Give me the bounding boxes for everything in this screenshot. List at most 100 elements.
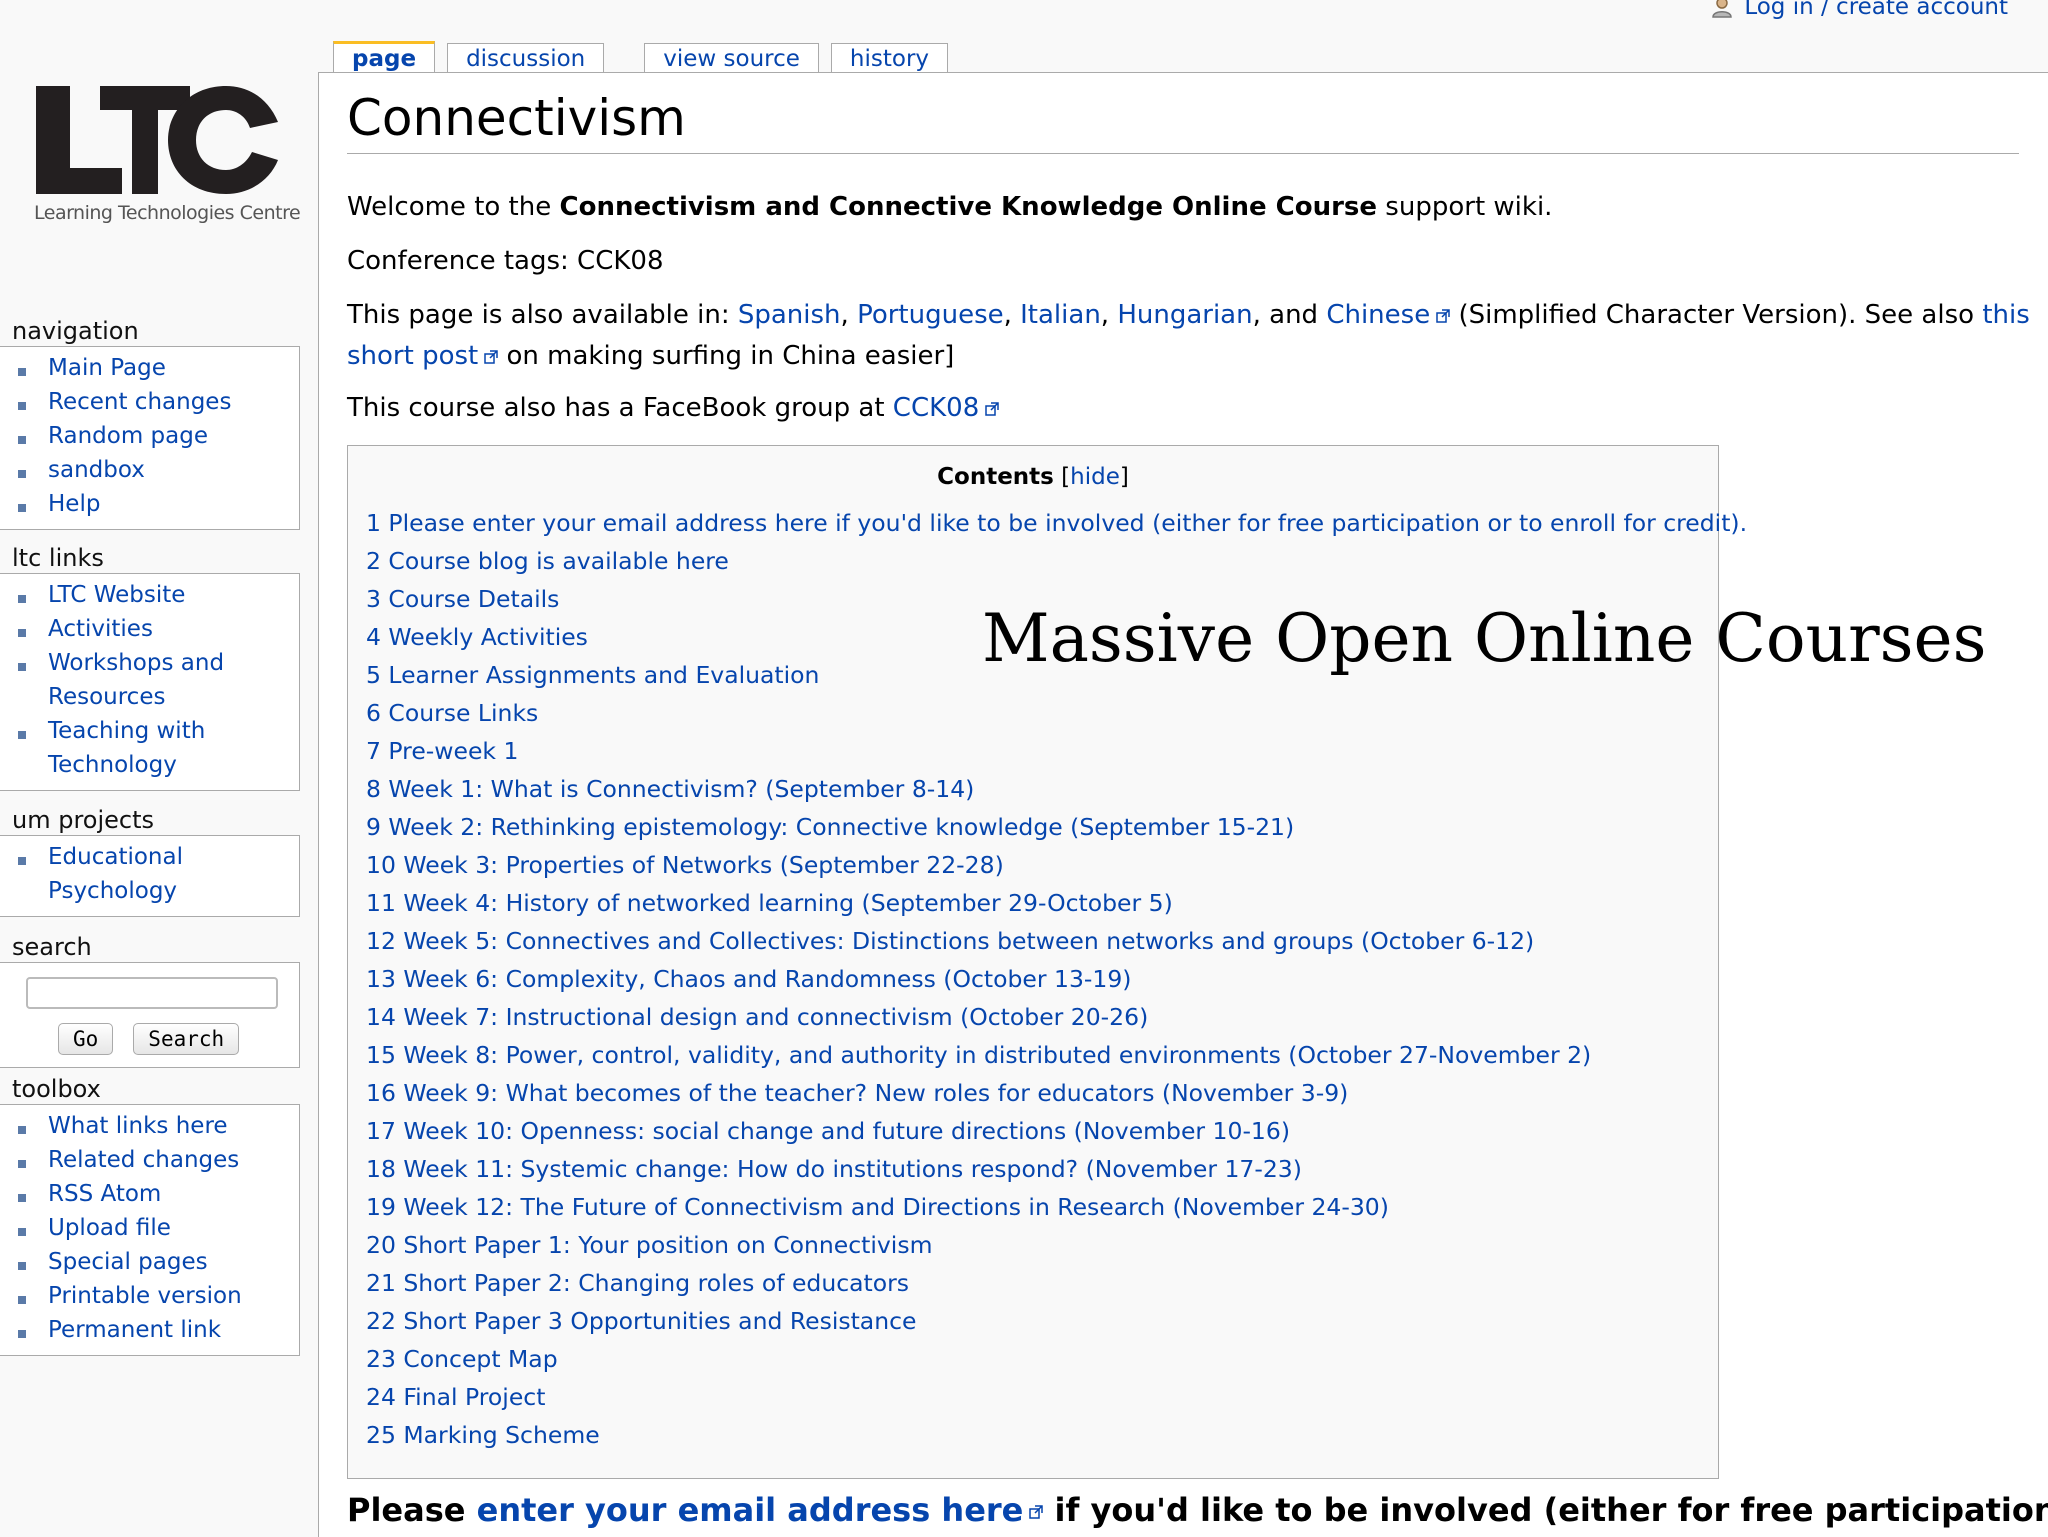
navigation-body: Main Page Recent changes Random page san… (0, 346, 300, 530)
toc-item[interactable]: 23 Concept Map (366, 1340, 1718, 1378)
section-heading: Please enter your email address here if … (347, 1491, 2048, 1529)
sidebar-item-ltc-website[interactable]: LTC Website (0, 578, 299, 612)
go-button[interactable]: Go (58, 1023, 114, 1055)
toc-item[interactable]: 17 Week 10: Openness: social change and … (366, 1112, 1718, 1150)
logo-subtitle: Learning Technologies Centre (34, 202, 301, 224)
tab-discussion[interactable]: discussion (447, 43, 605, 74)
sidebar-item-help[interactable]: Help (0, 487, 299, 521)
sidebar-item-main-page[interactable]: Main Page (0, 351, 299, 385)
toc-item[interactable]: 2 Course blog is available here (366, 542, 1718, 580)
content-area: Connectivism Welcome to the Connectivism… (318, 72, 2048, 1537)
short-post-link-b[interactable]: short post (347, 341, 478, 371)
toc-item[interactable]: 19 Week 12: The Future of Connectivism a… (366, 1188, 1718, 1226)
page-title: Connectivism (347, 89, 2019, 154)
section-post: if you'd like to be involved (either for… (1043, 1491, 2048, 1529)
sidebar-item-sandbox[interactable]: sandbox (0, 453, 299, 487)
sidebar-item-permanent-link[interactable]: Permanent link (0, 1313, 299, 1347)
portlet-navigation: navigation Main Page Recent changes Rand… (0, 316, 300, 530)
welcome-pre: Welcome to the (347, 192, 560, 222)
available-pre: This page is also available in: (347, 300, 738, 330)
overlay-title: Massive Open Online Courses (982, 600, 1987, 677)
welcome-paragraph: Welcome to the Connectivism and Connecti… (347, 187, 1552, 228)
toc-item[interactable]: 6 Course Links (366, 694, 1718, 732)
facebook-group-link[interactable]: CCK08 (893, 393, 979, 423)
welcome-post: support wiki. (1377, 192, 1553, 222)
personal-tools: Log in / create account (1710, 0, 2008, 20)
um-projects-body: Educational Psychology (0, 835, 300, 917)
sidebar-item-educational-psychology[interactable]: Educational Psychology (0, 840, 188, 908)
sidebar-item-what-links-here[interactable]: What links here (0, 1109, 299, 1143)
sidebar-item-teaching-tech[interactable]: Teaching with Technology (0, 714, 228, 782)
available-post: on making surfing in China easier] (498, 341, 955, 371)
toc-item[interactable]: 18 Week 11: Systemic change: How do inst… (366, 1150, 1718, 1188)
toc-item[interactable]: 7 Pre-week 1 (366, 732, 1718, 770)
external-link-icon (484, 349, 498, 364)
toc-title: Contents [hide] (937, 464, 1129, 490)
toc-item[interactable]: 21 Short Paper 2: Changing roles of educ… (366, 1264, 1718, 1302)
external-link-icon (985, 401, 999, 416)
ltc-logo-icon (36, 86, 278, 194)
lang-link-italian[interactable]: Italian (1020, 300, 1101, 330)
sidebar-item-printable-version[interactable]: Printable version (0, 1279, 299, 1313)
portlet-um-projects: um projects Educational Psychology (0, 805, 300, 917)
toc-item[interactable]: 13 Week 6: Complexity, Chaos and Randomn… (366, 960, 1718, 998)
navigation-heading: navigation (12, 317, 139, 345)
um-projects-heading: um projects (12, 806, 155, 834)
toc-item[interactable]: 25 Marking Scheme (366, 1416, 1718, 1454)
external-link-icon (1436, 308, 1450, 323)
toc-item[interactable]: 15 Week 8: Power, control, validity, and… (366, 1036, 1718, 1074)
tab-page[interactable]: page (333, 41, 436, 74)
sidebar-item-random-page[interactable]: Random page (0, 419, 299, 453)
toolbox-body: What links here Related changes RSS Atom… (0, 1104, 300, 1356)
toc-item[interactable]: 11 Week 4: History of networked learning… (366, 884, 1718, 922)
user-icon (1712, 0, 1733, 18)
toc-item[interactable]: 12 Week 5: Connectives and Collectives: … (366, 922, 1718, 960)
page-tabs: page discussion view source history (333, 38, 960, 74)
toc-item[interactable]: 8 Week 1: What is Connectivism? (Septemb… (366, 770, 1718, 808)
lang-link-spanish[interactable]: Spanish (738, 300, 841, 330)
toc-item[interactable]: 1 Please enter your email address here i… (366, 504, 1747, 542)
section-pre: Please (347, 1491, 477, 1529)
portlet-search: search Go Search (0, 932, 300, 1068)
search-body: Go Search (0, 962, 300, 1068)
toolbox-heading: toolbox (12, 1075, 101, 1103)
languages-paragraph: This page is also available in: Spanish,… (347, 300, 2030, 371)
sidebar-item-special-pages[interactable]: Special pages (0, 1245, 299, 1279)
facebook-pre: This course also has a FaceBook group at (347, 393, 893, 423)
sidebar-item-related-changes[interactable]: Related changes (0, 1143, 299, 1177)
sidebar-item-rss-atom[interactable]: RSS Atom (0, 1177, 299, 1211)
toc-item[interactable]: 10 Week 3: Properties of Networks (Septe… (366, 846, 1718, 884)
toc-item[interactable]: 24 Final Project (366, 1378, 1718, 1416)
lang-link-portuguese[interactable]: Portuguese (857, 300, 1004, 330)
search-button[interactable]: Search (133, 1023, 240, 1055)
email-signup-link[interactable]: enter your email address here (477, 1491, 1024, 1529)
facebook-paragraph: This course also has a FaceBook group at… (347, 388, 999, 429)
lang-link-chinese[interactable]: Chinese (1326, 300, 1430, 330)
login-link[interactable]: Log in / create account (1744, 0, 2008, 20)
toc-hide-link[interactable]: hide (1070, 464, 1120, 490)
toc-item[interactable]: 22 Short Paper 3 Opportunities and Resis… (366, 1302, 1718, 1340)
toc-heading: Contents (937, 464, 1054, 490)
toc-item[interactable]: 20 Short Paper 1: Your position on Conne… (366, 1226, 1718, 1264)
site-logo[interactable]: Learning Technologies Centre (30, 80, 301, 230)
sidebar-item-recent-changes[interactable]: Recent changes (0, 385, 299, 419)
sidebar-item-workshops[interactable]: Workshops and Resources (0, 646, 228, 714)
available-mid: (Simplified Character Version). See also (1450, 300, 1983, 330)
tab-history[interactable]: history (830, 43, 949, 74)
sidebar-item-upload-file[interactable]: Upload file (0, 1211, 299, 1245)
toc-item[interactable]: 14 Week 7: Instructional design and conn… (366, 998, 1718, 1036)
lang-link-hungarian[interactable]: Hungarian (1117, 300, 1252, 330)
short-post-link-a[interactable]: this (1982, 300, 2029, 330)
toc-item[interactable]: 16 Week 9: What becomes of the teacher? … (366, 1074, 1718, 1112)
external-link-icon (1029, 1505, 1044, 1519)
tab-view-source[interactable]: view source (644, 43, 819, 74)
course-name: Connectivism and Connective Knowledge On… (559, 192, 1378, 222)
search-input[interactable] (26, 977, 278, 1009)
and-text: , and (1252, 300, 1327, 330)
portlet-toolbox: toolbox What links here Related changes … (0, 1074, 300, 1356)
sidebar-item-activities[interactable]: Activities (0, 612, 299, 646)
search-heading: search (12, 933, 92, 961)
toc-item[interactable]: 9 Week 2: Rethinking epistemology: Conne… (366, 808, 1718, 846)
ltc-links-body: LTC Website Activities Workshops and Res… (0, 573, 300, 791)
conference-tags: Conference tags: CCK08 (347, 246, 664, 276)
